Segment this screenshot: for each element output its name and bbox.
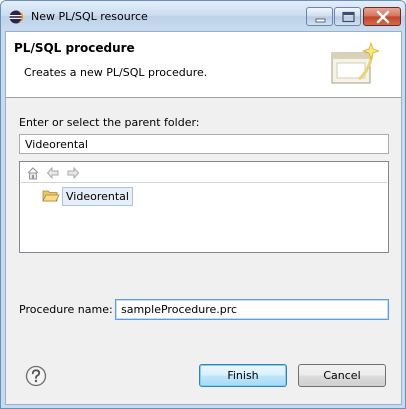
procedure-name-input[interactable] (115, 299, 389, 320)
folder-tree[interactable]: Videorental (19, 161, 389, 253)
cancel-button[interactable]: Cancel (298, 364, 386, 387)
back-arrow-icon[interactable] (46, 166, 60, 180)
minimize-button[interactable] (306, 7, 333, 26)
window-title: New PL/SQL resource (31, 10, 148, 23)
wizard-content: Enter or select the parent folder: Video… (6, 99, 401, 404)
tree-toolbar (21, 163, 387, 183)
minimize-icon (315, 18, 326, 23)
maximize-icon (342, 11, 355, 23)
close-icon (376, 10, 390, 24)
dialog-client-area: PL/SQL procedure Creates a new PL/SQL pr… (5, 31, 402, 405)
forward-arrow-icon[interactable] (66, 166, 80, 180)
home-icon[interactable] (26, 166, 40, 180)
close-window-button[interactable] (363, 7, 401, 26)
eclipse-icon (9, 10, 23, 24)
finish-button[interactable]: Finish (199, 364, 287, 387)
parent-folder-input[interactable] (19, 134, 389, 154)
parent-folder-label: Enter or select the parent folder: (19, 116, 200, 129)
open-folder-icon (42, 190, 60, 202)
wizard-banner: PL/SQL procedure Creates a new PL/SQL pr… (6, 32, 401, 98)
title-bar[interactable]: New PL/SQL resource (1, 1, 405, 31)
procedure-name-label: Procedure name: (19, 303, 113, 316)
maximize-button[interactable] (334, 7, 361, 26)
wizard-page-description: Creates a new PL/SQL procedure. (24, 66, 208, 79)
dialog-window: New PL/SQL resource PL/SQL procedure Cre… (0, 0, 406, 409)
tree-item-label: Videorental (62, 187, 133, 206)
wizard-banner-icon (331, 41, 379, 84)
wizard-page-title: PL/SQL procedure (14, 41, 135, 55)
help-icon[interactable] (25, 365, 47, 387)
